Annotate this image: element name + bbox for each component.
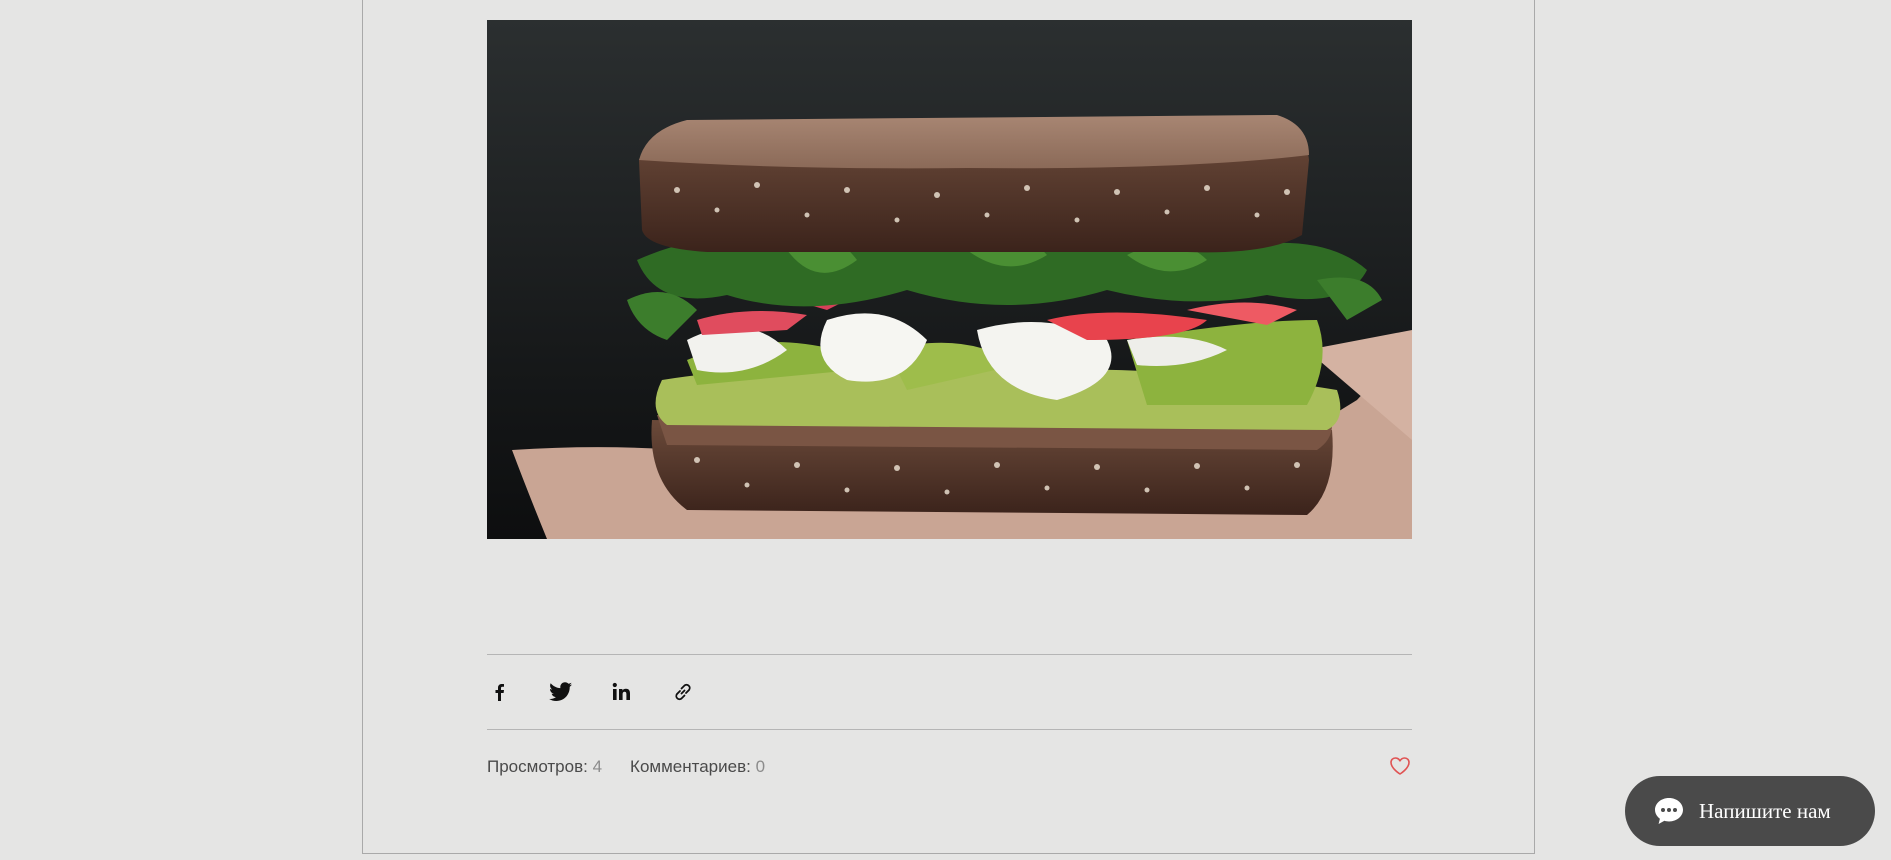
chat-bubble-icon	[1655, 798, 1683, 824]
share-link-button[interactable]	[670, 679, 696, 705]
comments-stat[interactable]: Комментариев: 0	[630, 757, 765, 777]
views-stat: Просмотров: 4	[487, 757, 602, 777]
share-twitter-button[interactable]	[548, 679, 574, 705]
views-separator: :	[583, 757, 593, 776]
share-facebook-button[interactable]	[487, 679, 513, 705]
linkedin-icon	[612, 682, 630, 700]
post-image	[487, 20, 1412, 539]
share-bar	[487, 676, 731, 708]
comments-count: 0	[755, 757, 766, 776]
chat-button[interactable]: Напишите нам	[1625, 776, 1875, 846]
views-label: Просмотров	[487, 757, 584, 776]
share-linkedin-button[interactable]	[609, 679, 635, 705]
share-bottom-divider	[487, 729, 1412, 730]
post-stats: Просмотров: 4 Комментариев: 0	[487, 757, 793, 777]
comments-separator: :	[746, 757, 756, 776]
blog-post-page: Просмотров: 4 Комментариев: 0 Напишите н…	[0, 0, 1891, 860]
heart-icon	[1390, 757, 1410, 775]
facebook-icon	[495, 684, 504, 701]
link-icon	[675, 683, 691, 701]
comments-label: Комментариев	[630, 757, 747, 776]
chat-button-label: Напишите нам	[1699, 798, 1831, 823]
twitter-icon	[549, 682, 572, 701]
like-button[interactable]	[1389, 755, 1411, 777]
views-count: 4	[592, 757, 603, 776]
share-top-divider	[487, 654, 1412, 655]
